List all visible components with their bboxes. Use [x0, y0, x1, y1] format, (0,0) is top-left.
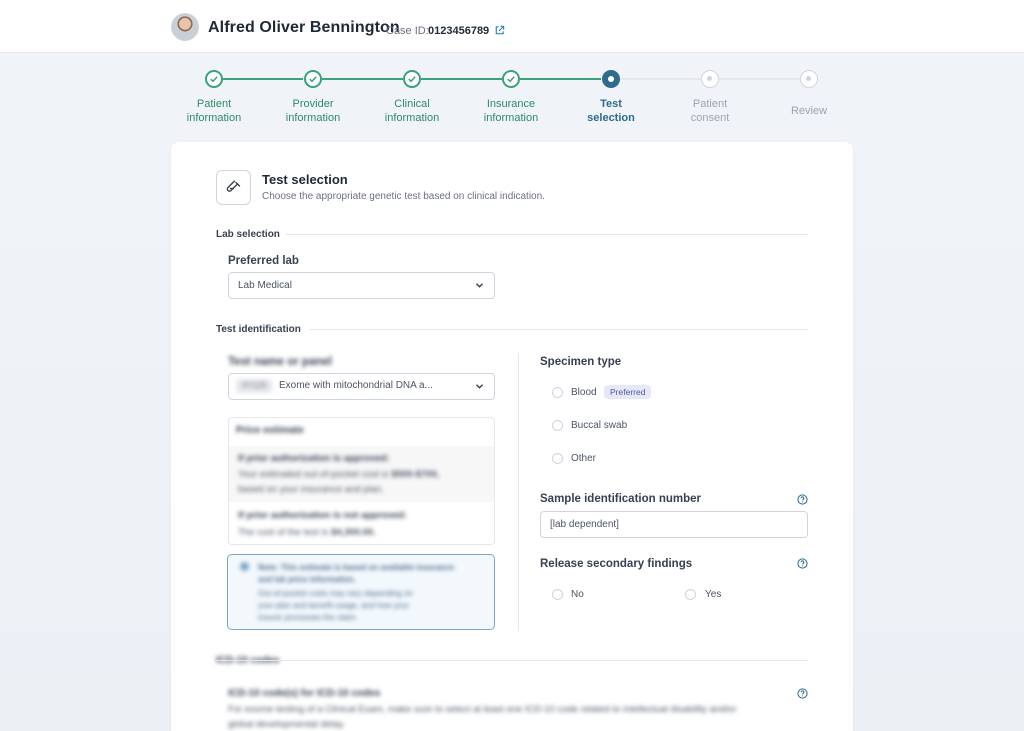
- price-note-line: Out-of-pocket costs may vary depending o…: [258, 589, 413, 598]
- price-approved-title: If prior authorization is approved:: [238, 453, 390, 464]
- sample-id-input[interactable]: [lab dependent]: [540, 511, 808, 538]
- external-link-icon[interactable]: [494, 25, 505, 36]
- step-label-line: Test: [600, 98, 622, 110]
- step-connector: [719, 78, 800, 80]
- price-approved-value: $500-$700,: [391, 469, 440, 480]
- preferred-lab-value: Lab Medical: [238, 280, 292, 291]
- help-icon[interactable]: [797, 558, 808, 569]
- step-7-pending-dot: [800, 70, 818, 88]
- icd-hint: For exome testing of a Clinical Exam, ma…: [228, 704, 737, 715]
- price-estimate-heading: Price estimate: [236, 425, 304, 436]
- section-icon-box: [216, 170, 251, 205]
- step-connector: [520, 78, 601, 80]
- section-title: Test selection: [262, 172, 348, 187]
- preferred-lab-select[interactable]: Lab Medical: [228, 272, 495, 299]
- icd-hint-2: global developmental delay.: [228, 719, 346, 730]
- step-2-check-icon[interactable]: [304, 70, 322, 88]
- secondary-no-label[interactable]: No: [571, 589, 584, 600]
- specimen-other-label[interactable]: Other: [571, 453, 596, 464]
- step-label-line: Patient: [692, 98, 728, 110]
- step-label-patient-information[interactable]: Patient information: [164, 97, 264, 125]
- icd-field-label: ICD-10 code(s) for ICD-10 codes: [228, 688, 381, 699]
- step-6-pending-dot: [701, 70, 719, 88]
- step-5-current-dot[interactable]: [602, 70, 620, 88]
- secondary-yes-radio[interactable]: [685, 589, 696, 600]
- step-label-line: information: [384, 112, 440, 124]
- specimen-blood-label[interactable]: Blood: [571, 387, 597, 398]
- specimen-blood-radio[interactable]: [552, 387, 563, 398]
- step-label-provider-information[interactable]: Provider information: [263, 97, 363, 125]
- step-connector: [620, 78, 701, 80]
- price-not-approved-value: $4,300.00.: [330, 527, 376, 538]
- test-tube-icon: [226, 180, 241, 192]
- step-1-check-icon[interactable]: [205, 70, 223, 88]
- step-label-review: Review: [759, 104, 859, 118]
- case-id-label: Case ID:: [386, 25, 429, 37]
- step-label-insurance-information[interactable]: Insurance information: [461, 97, 561, 125]
- step-4-check-icon[interactable]: [502, 70, 520, 88]
- price-approved-text: Your estimated out-of-pocket cost is: [238, 469, 389, 480]
- step-label-line: Patient: [196, 98, 232, 110]
- specimen-other-radio[interactable]: [552, 453, 563, 464]
- step-label-line: Clinical: [394, 98, 430, 110]
- step-label-line: selection: [587, 112, 635, 124]
- step-connector: [421, 78, 502, 80]
- price-approved-line1: Your estimated out-of-pocket cost is $50…: [238, 469, 439, 480]
- info-icon: [240, 562, 249, 571]
- chevron-down-icon: [476, 384, 483, 389]
- preferred-lab-label: Preferred lab: [228, 255, 299, 267]
- lab-selection-heading: Lab selection: [216, 229, 280, 240]
- divider: [310, 329, 808, 330]
- secondary-yes-label[interactable]: Yes: [705, 589, 721, 600]
- test-code-tag: XY123: [236, 379, 272, 393]
- avatar: [171, 13, 199, 41]
- preferred-badge: Preferred: [604, 385, 652, 399]
- specimen-type-label: Specimen type: [540, 356, 622, 368]
- price-not-approved-text: The cost of the test is: [238, 527, 329, 538]
- step-label-line: information: [285, 112, 341, 124]
- patient-name: Alfred Oliver Bennington: [208, 19, 400, 36]
- help-icon[interactable]: [797, 494, 808, 505]
- price-note-line: insurer processes the claim.: [258, 613, 358, 622]
- progress-stepper: Patient information Provider information…: [0, 62, 1024, 132]
- step-label-line: Review: [790, 105, 828, 117]
- top-header: Alfred Oliver Bennington Case ID: 012345…: [0, 0, 1024, 53]
- price-not-approved-title: If prior authorization is not approved:: [238, 510, 407, 521]
- column-divider: [518, 353, 519, 631]
- step-label-line: Insurance: [486, 98, 536, 110]
- step-connector: [322, 78, 403, 80]
- test-identification-heading: Test identification: [216, 324, 301, 335]
- price-note-line: Note: This estimate is based on availabl…: [258, 563, 455, 572]
- price-note-line: your plan and benefit usage, and how you…: [258, 601, 410, 610]
- step-3-check-icon[interactable]: [403, 70, 421, 88]
- specimen-buccal-swab-label[interactable]: Buccal swab: [571, 420, 627, 431]
- price-approved-line2: based on your insurance and plan.: [238, 484, 384, 495]
- step-label-line: Provider: [292, 98, 334, 110]
- step-connector: [223, 78, 303, 80]
- chevron-down-icon: [476, 283, 483, 288]
- sample-id-label: Sample identification number: [540, 493, 702, 505]
- step-label-line: consent: [690, 112, 730, 124]
- price-note-line: and lab price information.: [258, 575, 356, 584]
- step-label-line: information: [186, 112, 242, 124]
- test-name-label: Test name or panel: [228, 356, 332, 368]
- step-label-clinical-information[interactable]: Clinical information: [362, 97, 462, 125]
- divider: [216, 660, 808, 661]
- secondary-findings-label: Release secondary findings: [540, 558, 693, 570]
- help-icon[interactable]: [797, 688, 808, 699]
- specimen-buccal-swab-radio[interactable]: [552, 420, 563, 431]
- section-subtitle: Choose the appropriate genetic test base…: [262, 191, 545, 202]
- step-label-test-selection[interactable]: Test selection: [561, 97, 661, 125]
- secondary-no-radio[interactable]: [552, 589, 563, 600]
- step-label-line: information: [483, 112, 539, 124]
- case-id-value: 0123456789: [428, 25, 490, 37]
- test-name-value: Exome with mitochondrial DNA a...: [279, 380, 433, 391]
- step-label-patient-consent: Patient consent: [660, 97, 760, 125]
- sample-id-placeholder: [lab dependent]: [550, 519, 619, 530]
- price-not-approved-line: The cost of the test is $4,300.00.: [238, 527, 376, 538]
- divider: [286, 234, 808, 235]
